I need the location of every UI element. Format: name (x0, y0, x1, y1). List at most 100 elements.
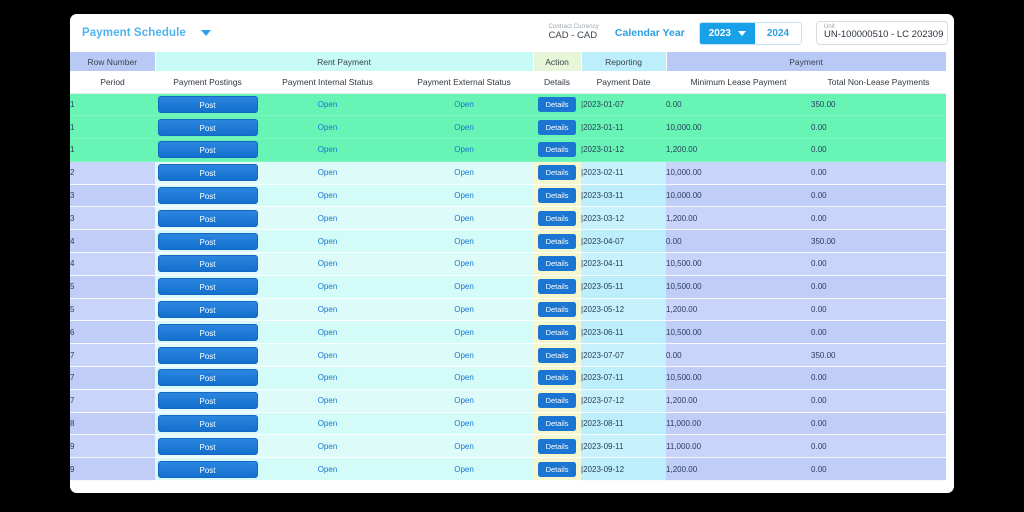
external-status-link[interactable]: Open (454, 214, 474, 223)
column-header-payment-external-status[interactable]: Payment External Status (395, 71, 534, 94)
details-button[interactable]: Details (538, 119, 577, 135)
internal-status-link[interactable]: Open (318, 328, 338, 337)
internal-status-link[interactable]: Open (318, 282, 338, 291)
details-button[interactable]: Details (538, 279, 577, 295)
table-row[interactable]: 9 Post Open Open Details |2023-09-12 1,200.00 0… (70, 457, 947, 482)
table-row[interactable]: 7 Post Open Open Details |2023-07-07 0.00 350.0… (70, 343, 947, 368)
post-button[interactable]: Post (157, 301, 258, 319)
internal-status-link[interactable]: Open (318, 396, 338, 405)
internal-status-link[interactable]: Open (318, 214, 338, 223)
chevron-down-icon[interactable] (198, 25, 214, 41)
internal-status-link[interactable]: Open (318, 100, 338, 109)
details-button[interactable]: Details (538, 416, 577, 432)
internal-status-link[interactable]: Open (318, 305, 338, 314)
details-button[interactable]: Details (538, 461, 577, 477)
internal-status-link[interactable]: Open (318, 145, 338, 154)
table-row[interactable]: 1 Post Open Open Details |2023-01-12 1,200.00 0… (70, 138, 947, 162)
column-header-payment-internal-status[interactable]: Payment Internal Status (260, 71, 395, 94)
post-button[interactable]: Post (157, 323, 258, 341)
table-row[interactable]: 6 Post Open Open Details |2023-06-11 10,500.00… (70, 320, 947, 345)
external-status-link[interactable]: Open (454, 259, 474, 268)
post-button[interactable]: Post (157, 164, 258, 182)
details-button[interactable]: Details (538, 370, 577, 386)
external-status-link[interactable]: Open (454, 237, 474, 246)
table-row[interactable]: 7 Post Open Open Details |2023-07-11 10,500.00… (70, 366, 947, 390)
year-2023-button[interactable]: 2023 (699, 22, 755, 44)
column-header-total-non-lease-payments[interactable]: Total Non-Lease Payments (811, 71, 947, 94)
year-2024-button[interactable]: 2024 (755, 22, 801, 44)
internal-status-link[interactable]: Open (318, 168, 338, 177)
column-header-payment-date[interactable]: Payment Date (581, 71, 667, 94)
post-button[interactable]: Post (157, 187, 258, 205)
details-button[interactable]: Details (538, 165, 577, 181)
details-button[interactable]: Details (538, 96, 577, 112)
external-status-link[interactable]: Open (454, 351, 474, 360)
external-status-link[interactable]: Open (454, 396, 474, 405)
table-row[interactable]: 8 Post Open Open Details |2023-08-11 11,000.00… (70, 412, 947, 436)
table-row[interactable]: 5 Post Open Open Details |2023-05-11 10,500.00… (70, 275, 947, 299)
details-button[interactable]: Details (538, 233, 577, 249)
post-button[interactable]: Post (157, 278, 258, 296)
external-status-link[interactable]: Open (454, 191, 474, 200)
details-button[interactable]: Details (538, 393, 577, 409)
post-button[interactable]: Post (157, 460, 258, 478)
table-row[interactable]: 5 Post Open Open Details |2023-05-12 1,200.00 0… (70, 298, 947, 322)
internal-status-link[interactable]: Open (318, 237, 338, 246)
external-status-link[interactable]: Open (454, 100, 474, 109)
internal-status-link[interactable]: Open (318, 465, 338, 474)
internal-status-link[interactable]: Open (318, 123, 338, 132)
post-button[interactable]: Post (157, 232, 258, 250)
external-status-link[interactable]: Open (454, 282, 474, 291)
internal-status-link[interactable]: Open (318, 191, 338, 200)
details-button[interactable]: Details (538, 142, 577, 158)
internal-status-link[interactable]: Open (318, 373, 338, 382)
column-header-period[interactable]: Period (70, 71, 155, 94)
post-button[interactable]: Post (157, 255, 258, 273)
post-button[interactable]: Post (157, 415, 258, 433)
payment-schedule-table-container[interactable]: Row Number Rent Payment Action Reporting Pay… (70, 52, 954, 493)
table-row[interactable]: 4 Post Open Open Details |2023-04-07 0.00 350.0… (70, 229, 947, 254)
table-row[interactable]: 9 Post Open Open Details |2023-09-11 11,000.00… (70, 434, 947, 459)
post-button[interactable]: Post (157, 346, 258, 364)
post-button[interactable]: Post (157, 369, 258, 387)
details-button[interactable]: Details (538, 210, 577, 226)
internal-status-link[interactable]: Open (318, 259, 338, 268)
table-row[interactable]: 1 Post Open Open Details |2023-01-11 10,000.00… (70, 115, 947, 140)
external-status-link[interactable]: Open (454, 328, 474, 337)
calendar-year-toggle[interactable]: 2023 2024 (698, 21, 802, 45)
external-status-link[interactable]: Open (454, 419, 474, 428)
table-row[interactable]: 1 Post Open Open Details |2023-01-07 0.00 350.0… (70, 93, 947, 117)
external-status-link[interactable]: Open (454, 373, 474, 382)
unit-field[interactable]: Unit UN-100000510 - LC 202309 (816, 20, 948, 46)
internal-status-link[interactable]: Open (318, 351, 338, 360)
details-button[interactable]: Details (538, 438, 577, 454)
external-status-link[interactable]: Open (454, 123, 474, 132)
chevron-down-icon[interactable] (738, 30, 746, 36)
details-button[interactable]: Details (538, 324, 577, 340)
external-status-link[interactable]: Open (454, 168, 474, 177)
details-button[interactable]: Details (538, 302, 577, 318)
external-status-link[interactable]: Open (454, 442, 474, 451)
details-button[interactable]: Details (538, 347, 577, 363)
external-status-link[interactable]: Open (454, 145, 474, 154)
table-row[interactable]: 3 Post Open Open Details |2023-03-12 1,200.00 0… (70, 206, 947, 231)
external-status-link[interactable]: Open (454, 305, 474, 314)
post-button[interactable]: Post (157, 437, 258, 455)
details-button[interactable]: Details (538, 188, 577, 204)
post-button[interactable]: Post (157, 118, 258, 136)
table-row[interactable]: 4 Post Open Open Details |2023-04-11 10,500.00… (70, 252, 947, 276)
post-button[interactable]: Post (157, 95, 258, 113)
external-status-link[interactable]: Open (454, 465, 474, 474)
internal-status-link[interactable]: Open (318, 419, 338, 428)
column-header-payment-postings[interactable]: Payment Postings (155, 71, 260, 94)
post-button[interactable]: Post (157, 209, 258, 227)
table-row[interactable]: 2 Post Open Open Details |2023-02-11 10,000.00… (70, 161, 947, 185)
internal-status-link[interactable]: Open (318, 442, 338, 451)
column-header-details[interactable]: Details (533, 71, 582, 94)
table-row[interactable]: 7 Post Open Open Details |2023-07-12 1,200.00 0… (70, 389, 947, 413)
table-row[interactable]: 3 Post Open Open Details |2023-03-11 10,000.00… (70, 184, 947, 208)
column-header-minimum-lease-payment[interactable]: Minimum Lease Payment (666, 71, 812, 94)
post-button[interactable]: Post (157, 141, 258, 159)
details-button[interactable]: Details (538, 256, 577, 272)
post-button[interactable]: Post (157, 392, 258, 410)
